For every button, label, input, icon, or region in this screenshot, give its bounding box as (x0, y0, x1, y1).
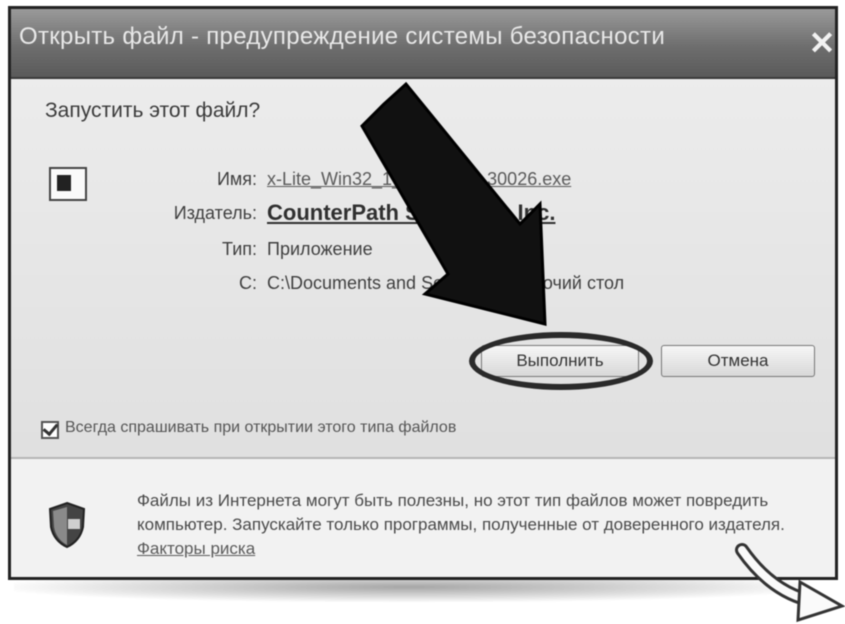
from-value: C:\Documents and Settings\...\Рабочий ст… (267, 273, 625, 293)
risk-factors-link[interactable]: Факторы риска (137, 539, 255, 558)
from-label: С: (239, 273, 257, 293)
dialog-title: Открыть файл - предупреждение системы бе… (19, 23, 666, 50)
name-label: Имя: (216, 169, 257, 189)
publisher-label: Издатель: (173, 203, 257, 223)
security-shield-icon (48, 501, 86, 549)
warning-text: Файлы из Интернета могут быть полезны, н… (137, 491, 785, 534)
security-warning-dialog: Открыть файл - предупреждение системы бе… (8, 6, 838, 580)
highlight-ring (469, 332, 653, 390)
dialog-question: Запустить этот файл? (45, 99, 261, 122)
name-link[interactable]: x-Lite_Win32_1_..._50140_30026.exe (267, 169, 571, 190)
title-bar: Открыть файл - предупреждение системы бе… (11, 9, 835, 79)
dialog-body: Запустить этот файл? Имя: x-Lite_Win32_1… (11, 79, 835, 457)
always-ask-label: Всегда спрашивать при открытии этого тип… (65, 419, 457, 436)
warning-panel: Файлы из Интернета могут быть полезны, н… (11, 459, 835, 577)
close-icon[interactable]: ✕ (807, 23, 837, 63)
warning-text-block: Файлы из Интернета могут быть полезны, н… (137, 489, 797, 561)
type-value: Приложение (267, 239, 373, 259)
type-label: Тип: (221, 239, 257, 259)
cancel-button[interactable]: Отмена (661, 345, 815, 377)
always-ask-checkbox[interactable] (41, 421, 59, 439)
publisher-link[interactable]: CounterPath Solutions, Inc. (267, 200, 555, 226)
